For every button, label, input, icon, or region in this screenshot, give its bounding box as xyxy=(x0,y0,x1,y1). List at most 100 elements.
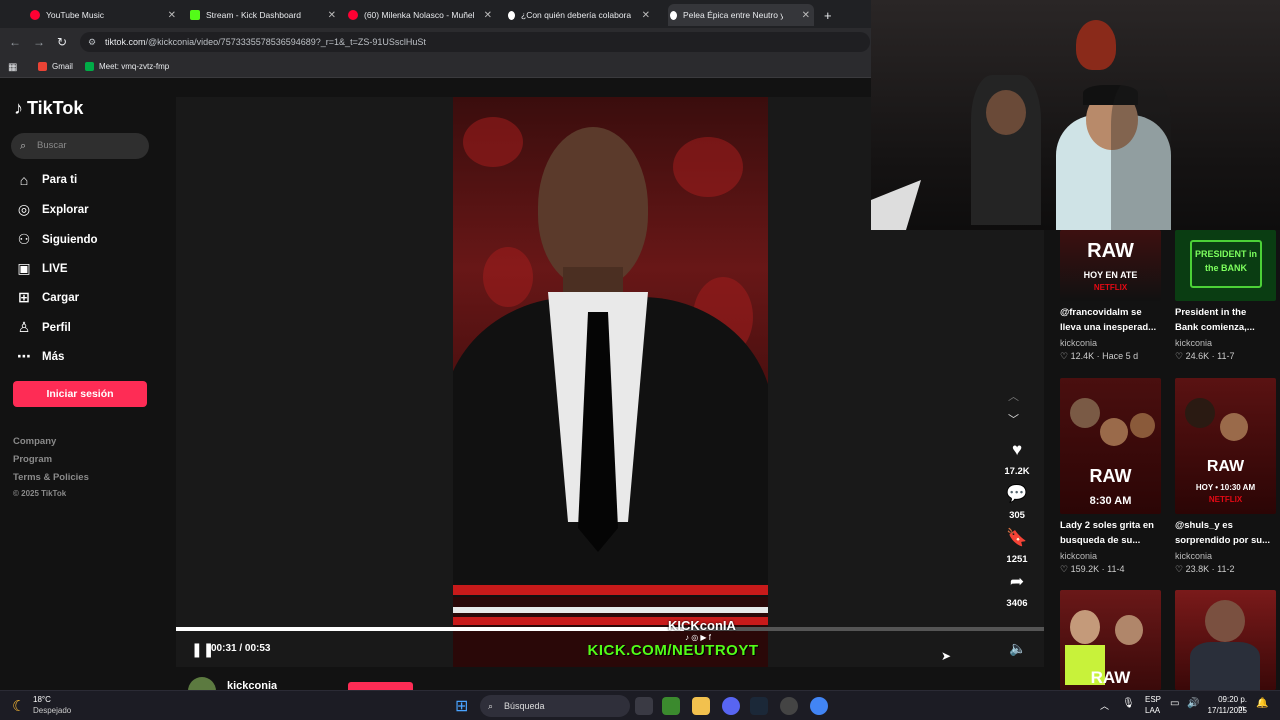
follow-button[interactable] xyxy=(348,682,413,690)
bookmark-gmail[interactable]: Gmail xyxy=(38,62,73,71)
related-thumb-2[interactable]: PRESIDENT in the BANK xyxy=(1175,230,1276,301)
comment-action[interactable]: 💬 305 xyxy=(1000,484,1034,521)
related-title-2[interactable]: President in the Bank comienza,... xyxy=(1175,305,1280,335)
related-author-3[interactable]: kickconia xyxy=(1060,551,1097,561)
social-icons: ♪ ◎ ▶ f xyxy=(684,633,712,642)
minecraft-icon[interactable] xyxy=(662,697,680,715)
prev-video-icon[interactable]: ︿ xyxy=(1008,388,1019,404)
close-tab-icon[interactable]: ✕ xyxy=(802,10,810,21)
footer-terms[interactable]: Terms & Policies xyxy=(13,472,89,483)
reload-icon[interactable]: ↻ xyxy=(57,35,67,49)
forward-icon[interactable]: → xyxy=(33,35,45,49)
url-field[interactable]: ⚙ tiktok.com/@kickconia/video/7573335578… xyxy=(80,32,870,52)
task-view-icon[interactable] xyxy=(635,697,653,715)
related-thumb-1[interactable]: RAW HOY EN ATE NETFLIX xyxy=(1060,230,1161,301)
tab-kick-dashboard[interactable]: Stream - Kick Dashboard ✕ xyxy=(190,4,340,26)
apps-grid-icon[interactable]: ▦ xyxy=(8,62,17,73)
related-title-1[interactable]: @francovidalm se lleva una inesperad... xyxy=(1060,305,1172,335)
like-action[interactable]: ♥ 17.2K xyxy=(1000,440,1034,477)
related-meta-2: ♡ 24.6K · 11-7 xyxy=(1175,351,1235,361)
nav-explorar[interactable]: ◎ Explorar xyxy=(14,201,89,218)
close-tab-icon[interactable]: ✕ xyxy=(328,10,336,21)
tray-chevron-icon[interactable]: ︿ xyxy=(1100,699,1109,712)
related-title-3[interactable]: Lady 2 soles grita en busqueda de su... xyxy=(1060,518,1172,548)
address-bar-row: ← → ↻ ⚙ tiktok.com/@kickconia/video/7573… xyxy=(0,28,872,56)
share-action[interactable]: ➦ 3406 xyxy=(1000,572,1034,609)
person-head xyxy=(538,127,648,287)
nav-perfil[interactable]: ♙ Perfil xyxy=(14,319,71,336)
tab-youtube-video[interactable]: (60) Milenka Nolasco - Muñeki ✕ xyxy=(348,4,496,26)
nav-cargar[interactable]: ⊞ Cargar xyxy=(14,289,79,306)
taskbar-search[interactable]: ⌕ Búsqueda xyxy=(480,695,630,717)
network-icon[interactable]: ▭ xyxy=(1170,698,1179,709)
mouse-cursor-icon: ➤ xyxy=(941,649,952,663)
related-thumb-6[interactable] xyxy=(1175,590,1276,690)
nav-live[interactable]: ▣ LIVE xyxy=(14,260,67,277)
footer-program[interactable]: Program xyxy=(13,454,52,465)
tab-tiktok-active[interactable]: Pelea Épica entre Neutro y ✕ xyxy=(668,4,814,26)
live-icon: ▣ xyxy=(17,260,31,276)
related-author-1[interactable]: kickconia xyxy=(1060,338,1097,348)
related-author-2[interactable]: kickconia xyxy=(1175,338,1212,348)
nav-para-ti[interactable]: ⌂ Para ti xyxy=(14,172,77,188)
obs-icon[interactable] xyxy=(780,697,798,715)
close-tab-icon[interactable]: ✕ xyxy=(484,10,492,21)
file-explorer-icon[interactable] xyxy=(692,697,710,715)
stream-logo xyxy=(1076,20,1116,70)
home-icon: ⌂ xyxy=(19,172,29,188)
chrome-icon[interactable] xyxy=(810,697,828,715)
video-time: 00:31 / 00:53 xyxy=(211,643,271,654)
related-videos: RAW HOY EN ATE NETFLIX PRESIDENT in the … xyxy=(1045,230,1280,690)
related-thumb-4[interactable]: RAW HOY • 10:30 AM NETFLIX xyxy=(1175,378,1276,514)
weather-temp[interactable]: 18°C xyxy=(33,695,51,704)
related-meta-1: ♡ 12.4K · Hace 5 d xyxy=(1060,351,1139,361)
bookmark-action[interactable]: 🔖 1251 xyxy=(1000,528,1034,565)
new-tab-button[interactable]: + xyxy=(824,4,832,26)
language-layout[interactable]: LAA xyxy=(1145,706,1160,715)
tiktok-logo[interactable]: ♪ TikTok xyxy=(14,98,83,119)
compass-icon: ◎ xyxy=(17,201,31,217)
discord-icon[interactable] xyxy=(722,697,740,715)
back-icon[interactable]: ← xyxy=(9,35,21,49)
notification-icon[interactable]: 🔔 xyxy=(1256,698,1268,709)
heart-outline-icon: ♡ xyxy=(1060,351,1071,361)
steam-icon[interactable] xyxy=(750,697,768,715)
nav-siguiendo[interactable]: ⚇ Siguiendo xyxy=(14,231,98,248)
upload-icon: ⊞ xyxy=(18,289,30,305)
footer-copyright: © 2025 TikTok xyxy=(13,489,67,498)
youtube-music-icon xyxy=(30,10,40,20)
related-thumb-3[interactable]: RAW 8:30 AM xyxy=(1060,378,1161,514)
more-icon: ⋯ xyxy=(17,348,31,364)
tab-youtube-music[interactable]: YouTube Music ✕ xyxy=(30,4,180,26)
related-title-4[interactable]: @shuls_y es sorprendido por su... xyxy=(1175,518,1280,548)
related-thumb-5[interactable]: RAW xyxy=(1060,590,1161,690)
author-name[interactable]: kickconia xyxy=(227,680,277,690)
clock-date[interactable]: 17/11/2025 xyxy=(1200,706,1247,715)
language-code[interactable]: ESP xyxy=(1145,695,1161,704)
kick-icon xyxy=(190,10,200,20)
windows-start-icon[interactable]: ⊞ xyxy=(455,696,468,716)
following-icon: ⚇ xyxy=(17,231,31,247)
search-input[interactable]: ⌕ Buscar xyxy=(11,133,149,159)
login-button[interactable]: Iniciar sesión xyxy=(13,381,147,407)
search-icon: ⌕ xyxy=(20,140,27,152)
bookmark-meet[interactable]: Meet: vmq-zvtz-fmp xyxy=(85,62,169,71)
nav-mas[interactable]: ⋯ Más xyxy=(14,348,64,365)
footer-company[interactable]: Company xyxy=(13,436,56,447)
site-info-icon[interactable]: ⚙ xyxy=(88,32,96,52)
microphone-icon[interactable]: 🎙 xyxy=(1122,698,1135,709)
next-video-icon[interactable]: ﹀ xyxy=(1008,411,1019,427)
related-meta-4: ♡ 23.8K · 11-2 xyxy=(1175,564,1235,574)
volume-icon[interactable]: 🔈 xyxy=(1009,640,1026,657)
windows-taskbar: ☾ 18°C Despejado ⊞ ⌕ Búsqueda ︿ 🎙 ESP LA… xyxy=(0,690,1280,720)
bookmarks-bar: ▦ Gmail Meet: vmq-zvtz-fmp xyxy=(0,56,872,78)
related-author-4[interactable]: kickconia xyxy=(1175,551,1212,561)
close-tab-icon[interactable]: ✕ xyxy=(642,10,650,21)
tiktok-icon xyxy=(508,10,515,20)
meet-icon xyxy=(85,62,94,71)
weather-status[interactable]: Despejado xyxy=(33,706,71,715)
video-frame[interactable] xyxy=(453,97,768,667)
close-tab-icon[interactable]: ✕ xyxy=(168,10,176,21)
tab-tiktok-1[interactable]: ¿Con quién debería colaborar S ✕ xyxy=(508,4,654,26)
speaker-icon[interactable]: 🔊 xyxy=(1187,698,1199,709)
